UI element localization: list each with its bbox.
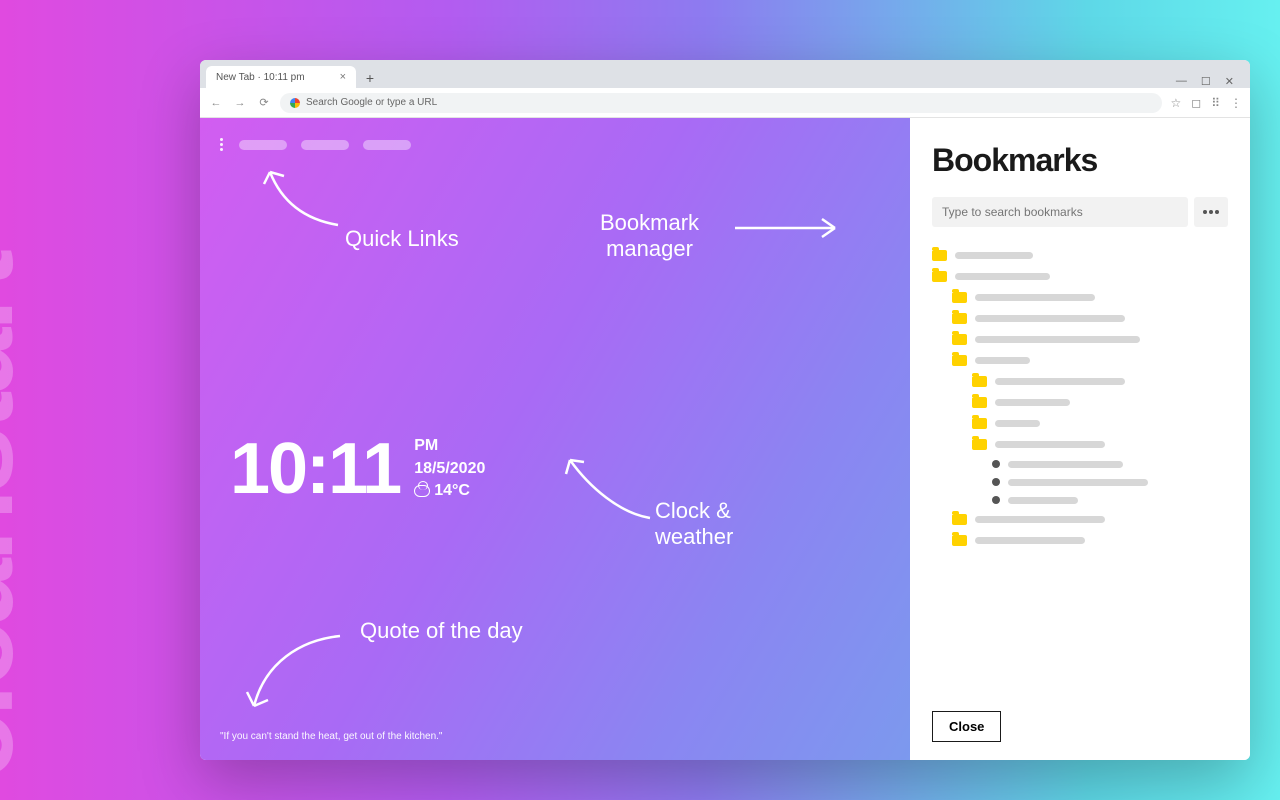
google-icon	[290, 98, 300, 108]
clock-date: 18/5/2020	[414, 458, 485, 480]
bookmarks-more-button[interactable]	[1194, 197, 1228, 227]
minimize-icon[interactable]: —	[1176, 75, 1187, 88]
folder-icon	[972, 376, 987, 387]
folder-icon	[952, 514, 967, 525]
bookmark-folder[interactable]	[932, 350, 1228, 371]
folder-icon	[972, 439, 987, 450]
arrow-icon	[240, 628, 350, 718]
quote-text: "If you can't stand the heat, get out of…	[220, 731, 443, 742]
clock-time: 10:11	[230, 428, 400, 510]
extension-icon[interactable]: ⠿	[1211, 96, 1220, 110]
bookmark-label	[975, 294, 1095, 301]
reload-icon[interactable]: ⟳	[256, 96, 272, 109]
browser-toolbar: ← → ⟳ Search Google or type a URL ☆ ◻ ⠿ …	[200, 88, 1250, 118]
folder-icon	[952, 355, 967, 366]
bookmark-item[interactable]	[932, 491, 1228, 509]
forward-icon[interactable]: →	[232, 97, 248, 109]
clock-temp: 14°C	[434, 480, 470, 502]
quick-link[interactable]	[239, 140, 287, 150]
annotation-bookmark-manager: Bookmark manager	[600, 210, 699, 263]
bookmark-folder[interactable]	[932, 245, 1228, 266]
bookmark-item[interactable]	[932, 455, 1228, 473]
page-icon	[992, 478, 1000, 486]
new-tab-page: Quick Links Bookmark manager 10:11 PM 18…	[200, 118, 910, 760]
window-controls: — ☐ ✕	[1166, 75, 1244, 88]
browser-window: New Tab · 10:11 pm × + — ☐ ✕ ← → ⟳ Searc…	[200, 60, 1250, 760]
arrow-icon	[730, 208, 850, 248]
bookmark-label	[975, 516, 1105, 523]
folder-icon	[972, 397, 987, 408]
annotation-quick-links: Quick Links	[345, 226, 459, 252]
bookmark-folder[interactable]	[932, 434, 1228, 455]
new-tab-button[interactable]: +	[360, 68, 380, 88]
bookmark-label	[975, 537, 1085, 544]
clock-meridiem: PM	[414, 435, 485, 457]
folder-icon	[972, 418, 987, 429]
folder-icon	[952, 334, 967, 345]
cloud-icon	[414, 485, 430, 497]
bookmark-label	[1008, 461, 1123, 468]
bookmark-folder[interactable]	[932, 530, 1228, 551]
bookmark-label	[995, 378, 1125, 385]
quick-link[interactable]	[363, 140, 411, 150]
bookmark-tree	[932, 245, 1228, 701]
brand-wordmark: cleanstart	[0, 253, 40, 780]
folder-icon	[932, 250, 947, 261]
page-icon	[992, 460, 1000, 468]
bookmark-folder[interactable]	[932, 287, 1228, 308]
bookmark-search-input[interactable]	[932, 197, 1188, 227]
bookmark-folder[interactable]	[932, 371, 1228, 392]
menu-icon[interactable]: ⋮	[1230, 96, 1242, 110]
annotation-quote: Quote of the day	[360, 618, 523, 644]
browser-tab[interactable]: New Tab · 10:11 pm ×	[206, 66, 356, 88]
tab-strip: New Tab · 10:11 pm × + — ☐ ✕	[200, 60, 1250, 88]
arrow-icon	[560, 448, 660, 528]
arrow-icon	[258, 160, 348, 230]
bookmark-label	[995, 441, 1105, 448]
bookmark-label	[1008, 497, 1078, 504]
bookmark-label	[955, 273, 1050, 280]
folder-icon	[932, 271, 947, 282]
bookmark-folder[interactable]	[932, 392, 1228, 413]
bookmark-label	[995, 399, 1070, 406]
folder-icon	[952, 535, 967, 546]
close-icon[interactable]: ×	[340, 71, 346, 83]
maximize-icon[interactable]: ☐	[1201, 75, 1211, 88]
quick-link[interactable]	[301, 140, 349, 150]
annotation-clock-weather: Clock & weather	[655, 498, 733, 551]
bookmark-icon[interactable]: ◻	[1191, 96, 1201, 110]
bookmark-folder[interactable]	[932, 266, 1228, 287]
bookmark-label	[995, 420, 1040, 427]
bookmark-label	[975, 315, 1125, 322]
bookmark-label	[975, 336, 1140, 343]
bookmark-folder[interactable]	[932, 509, 1228, 530]
bookmark-label	[1008, 479, 1148, 486]
page-icon	[992, 496, 1000, 504]
quick-links-bar	[218, 136, 411, 153]
star-icon[interactable]: ☆	[1170, 96, 1181, 110]
folder-icon	[952, 292, 967, 303]
bookmark-label	[955, 252, 1033, 259]
omnibox-placeholder: Search Google or type a URL	[306, 97, 437, 108]
close-button[interactable]: Close	[932, 711, 1001, 742]
bookmarks-title: Bookmarks	[932, 142, 1228, 179]
bookmarks-panel: Bookmarks Close	[910, 118, 1250, 760]
bookmark-label	[975, 357, 1030, 364]
quick-links-menu-icon[interactable]	[218, 136, 225, 153]
bookmark-item[interactable]	[932, 473, 1228, 491]
close-window-icon[interactable]: ✕	[1225, 75, 1234, 88]
back-icon[interactable]: ←	[208, 97, 224, 109]
tab-title: New Tab · 10:11 pm	[216, 72, 332, 83]
bookmark-folder[interactable]	[932, 329, 1228, 350]
bookmark-folder[interactable]	[932, 308, 1228, 329]
bookmark-folder[interactable]	[932, 413, 1228, 434]
clock-widget: 10:11 PM 18/5/2020 14°C	[230, 428, 485, 510]
folder-icon	[952, 313, 967, 324]
omnibox[interactable]: Search Google or type a URL	[280, 93, 1162, 113]
